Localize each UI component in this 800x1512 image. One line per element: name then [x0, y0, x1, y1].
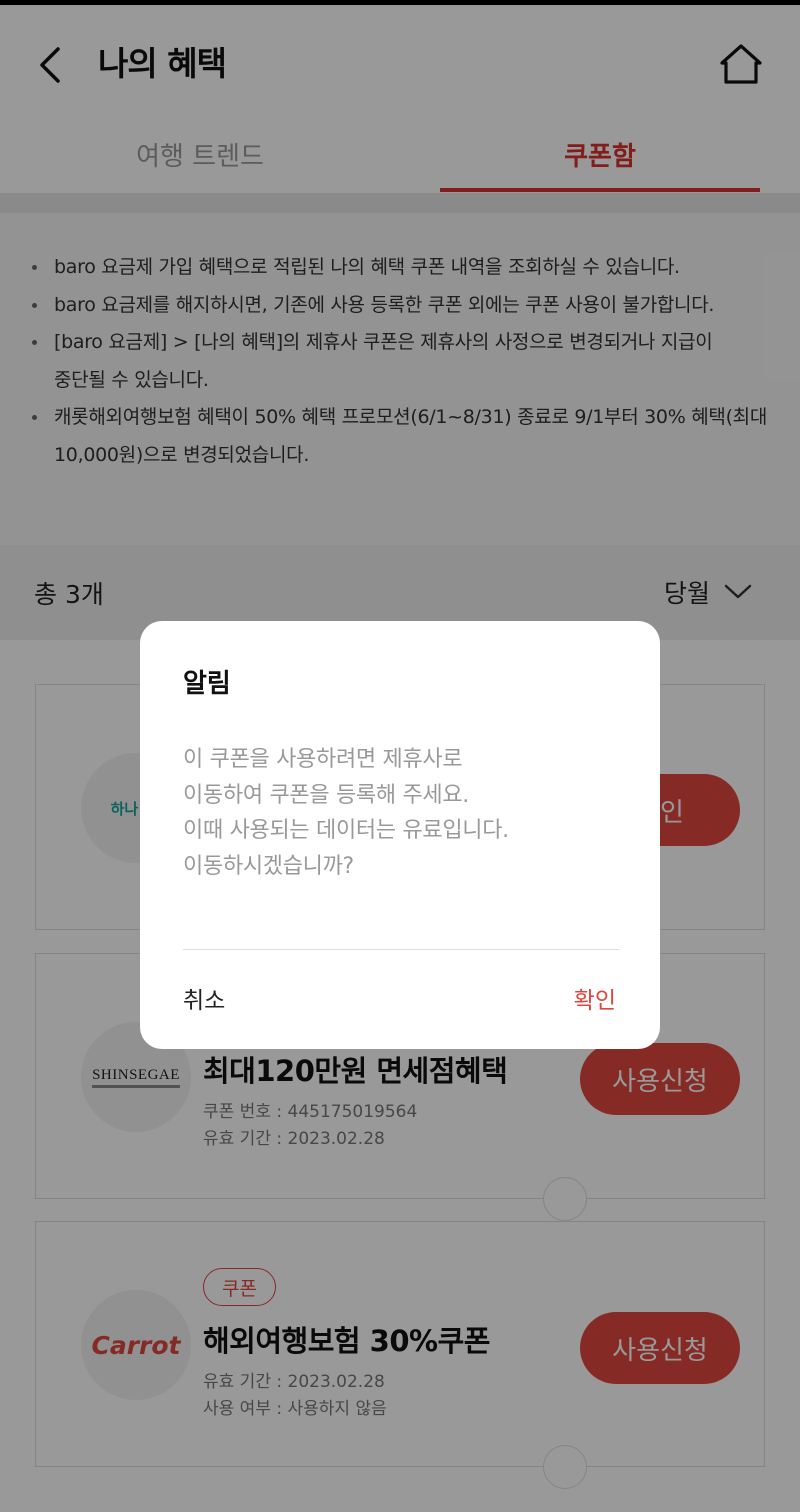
- dialog-message: 이 쿠폰을 사용하려면 제휴사로 이동하여 쿠폰을 등록해 주세요. 이때 사용…: [183, 747, 509, 879]
- dialog-divider: [183, 949, 619, 950]
- alert-dialog: 알림 이 쿠폰을 사용하려면 제휴사로 이동하여 쿠폰을 등록해 주세요. 이때…: [140, 621, 660, 1049]
- confirm-button[interactable]: 확인: [574, 981, 616, 1015]
- dialog-title: 알림: [183, 669, 231, 699]
- cancel-button[interactable]: 취소: [183, 981, 225, 1015]
